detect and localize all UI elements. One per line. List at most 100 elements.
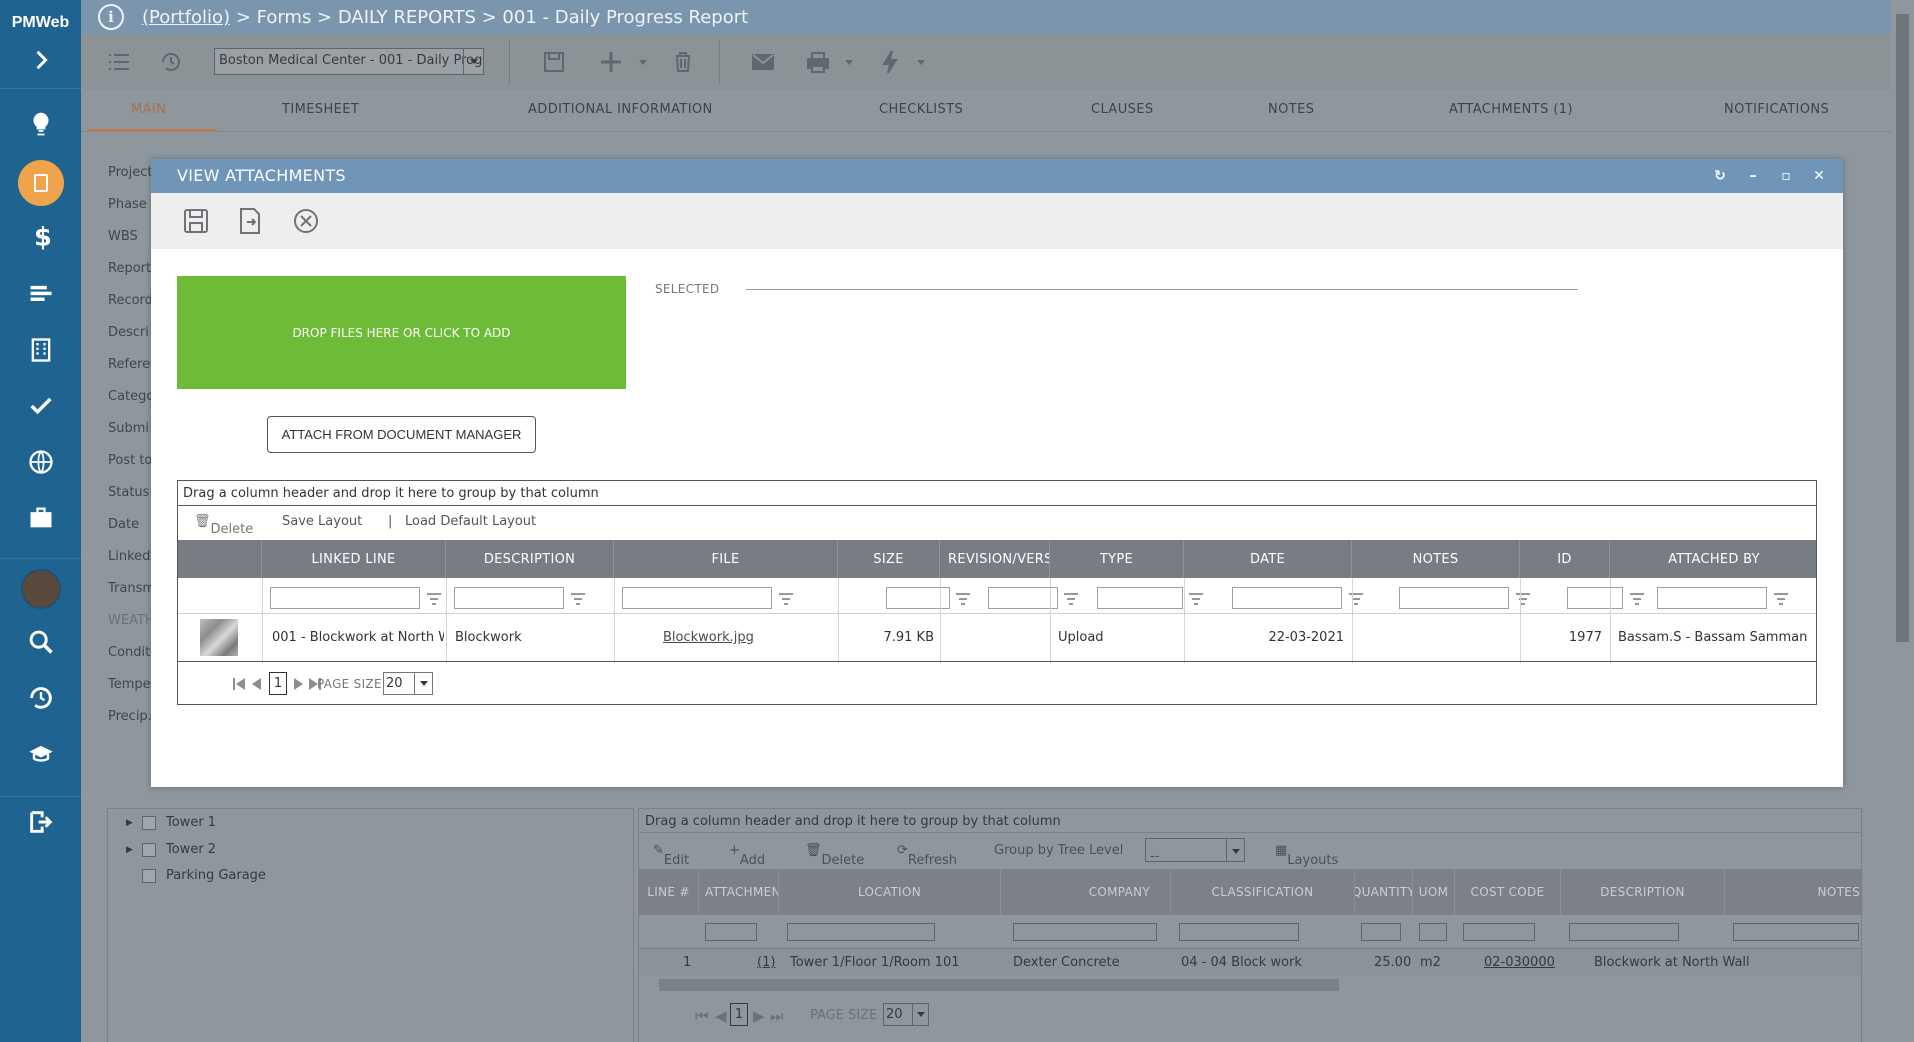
page-size-select[interactable]: 20 — [883, 1003, 929, 1026]
expand-nav-icon[interactable] — [0, 40, 81, 80]
group-drop-area[interactable]: Drag a column header and drop it here to… — [639, 809, 1861, 833]
email-icon[interactable] — [747, 46, 779, 78]
filter-input[interactable] — [1567, 587, 1623, 609]
column-header[interactable]: LINKED LINE — [262, 540, 446, 578]
filter-icon[interactable] — [1348, 591, 1364, 605]
dollar-icon[interactable]: $ — [0, 216, 81, 256]
project-select[interactable]: Boston Medical Center - 001 - Daily Prog… — [214, 48, 484, 75]
filter-input[interactable] — [1399, 587, 1509, 609]
filter-input[interactable] — [1657, 587, 1767, 609]
filter-input[interactable] — [1733, 923, 1859, 941]
column-header[interactable]: DESCRIPTION — [1561, 869, 1725, 915]
column-header[interactable]: COST CODE — [1455, 869, 1561, 915]
filter-input[interactable] — [705, 923, 757, 941]
chevron-right-icon[interactable]: ▶ — [126, 845, 136, 855]
checkbox[interactable] — [142, 842, 156, 857]
prev-page-icon[interactable] — [250, 676, 264, 692]
cancel-icon[interactable] — [291, 206, 321, 236]
column-header[interactable]: ATTACHMENTS — [699, 869, 779, 915]
column-header[interactable]: ID — [1520, 540, 1610, 578]
save-and-close-icon[interactable] — [235, 206, 265, 236]
delete-icon[interactable] — [667, 46, 699, 78]
first-page-icon[interactable]: ⏮ — [695, 1007, 709, 1025]
column-header[interactable]: LOCATION — [779, 869, 1001, 915]
refresh-button[interactable]: ⟳ Refresh — [897, 843, 957, 868]
filter-input[interactable] — [1179, 923, 1299, 941]
chevron-down-icon[interactable] — [912, 1004, 928, 1025]
filter-icon[interactable] — [1629, 591, 1645, 605]
group-drop-area[interactable]: Drag a column header and drop it here to… — [178, 481, 1816, 506]
tab-main[interactable]: MAIN — [131, 102, 166, 117]
save-layout-button[interactable]: Save Layout — [282, 514, 362, 529]
tab-notifications[interactable]: NOTIFICATIONS — [1724, 102, 1829, 117]
filter-input[interactable] — [787, 923, 935, 941]
logout-icon[interactable] — [0, 802, 81, 842]
filter-input[interactable] — [1419, 923, 1447, 941]
refresh-icon[interactable]: ↻ — [1711, 167, 1729, 185]
avatar[interactable] — [0, 566, 81, 612]
lightbulb-icon[interactable] — [0, 104, 81, 144]
schedule-icon[interactable] — [0, 274, 81, 314]
check-icon[interactable] — [0, 386, 81, 426]
filter-input[interactable] — [270, 587, 420, 609]
tab-timesheet[interactable]: TIMESHEET — [282, 102, 359, 117]
delete-button[interactable]: 🗑 Delete — [194, 514, 253, 537]
briefcase-icon[interactable] — [0, 498, 81, 538]
forms-icon[interactable] — [0, 160, 81, 206]
column-header[interactable]: QUANTITY — [1355, 869, 1413, 915]
chevron-down-icon[interactable] — [463, 49, 483, 74]
filter-input[interactable] — [1361, 923, 1401, 941]
tree-item[interactable]: ▶ Tower 2 — [126, 842, 216, 857]
print-icon[interactable] — [802, 46, 834, 78]
building-icon[interactable] — [0, 330, 81, 370]
filter-icon[interactable] — [955, 591, 971, 605]
horizontal-scrollbar[interactable] — [639, 975, 1861, 995]
next-page-icon[interactable]: ▶ — [753, 1007, 765, 1025]
file-link[interactable]: Blockwork.jpg — [663, 630, 754, 645]
tab-notes[interactable]: NOTES — [1268, 102, 1314, 117]
column-header[interactable]: COMPANY — [1001, 869, 1171, 915]
save-icon[interactable] — [538, 46, 570, 78]
column-header[interactable]: DATE — [1184, 540, 1352, 578]
filter-icon[interactable] — [1063, 591, 1079, 605]
filter-input[interactable] — [454, 587, 564, 609]
column-header[interactable]: REVISION/VERSION — [940, 540, 1050, 578]
filter-icon[interactable] — [426, 591, 442, 605]
filter-input[interactable] — [1097, 587, 1183, 609]
close-icon[interactable]: ✕ — [1810, 167, 1828, 185]
delete-button[interactable]: 🗑 Delete — [805, 843, 864, 868]
info-icon[interactable]: i — [98, 4, 124, 30]
column-header[interactable]: FILE — [614, 540, 838, 578]
cell-cost-code[interactable]: 02-030000 — [1484, 955, 1555, 970]
column-header[interactable]: TYPE — [1050, 540, 1184, 578]
table-row[interactable]: 1 (1) Tower 1/Floor 1/Room 101 Dexter Co… — [639, 949, 1861, 975]
tab-additional-information[interactable]: ADDITIONAL INFORMATION — [528, 102, 713, 117]
page-number[interactable]: 1 — [730, 1003, 748, 1026]
add-button[interactable]: + Add — [729, 843, 765, 868]
list-icon[interactable] — [103, 46, 135, 78]
chevron-right-icon[interactable]: ▶ — [126, 818, 136, 828]
chevron-down-icon[interactable] — [414, 673, 432, 694]
column-header[interactable]: ATTACHED BY — [1610, 540, 1818, 578]
chevron-down-icon[interactable] — [1226, 839, 1244, 861]
load-default-layout-button[interactable]: Load Default Layout — [405, 514, 536, 529]
filter-icon[interactable] — [1773, 591, 1789, 605]
minimize-icon[interactable]: – — [1744, 167, 1762, 185]
filter-input[interactable] — [1013, 923, 1157, 941]
page-size-select[interactable]: 20 — [383, 672, 433, 695]
filter-icon[interactable] — [778, 591, 794, 605]
filter-icon[interactable] — [570, 591, 586, 605]
add-icon[interactable] — [595, 46, 627, 78]
checkbox[interactable] — [142, 868, 156, 883]
save-icon[interactable] — [181, 206, 211, 236]
column-header[interactable]: CLASSIFICATION — [1171, 869, 1355, 915]
first-page-icon[interactable] — [232, 676, 246, 692]
history-icon[interactable] — [0, 678, 81, 718]
filter-input[interactable] — [1569, 923, 1679, 941]
scrollbar-thumb[interactable] — [659, 979, 1339, 991]
filter-icon[interactable] — [1188, 591, 1204, 605]
group-by-select[interactable]: -- — [1145, 838, 1245, 864]
column-header[interactable]: DESCRIPTION — [446, 540, 614, 578]
attachment-thumbnail[interactable] — [200, 619, 238, 656]
column-header[interactable] — [178, 540, 262, 578]
